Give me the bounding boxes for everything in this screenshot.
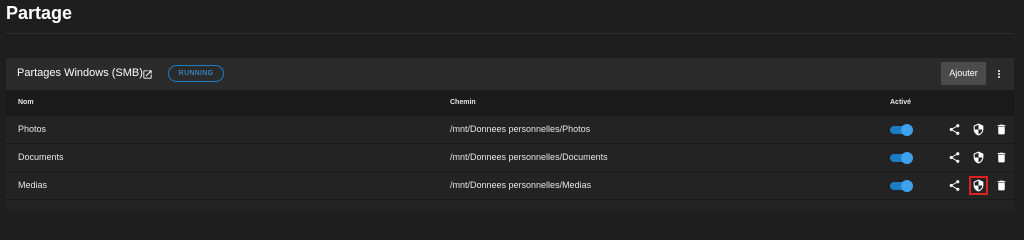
toggle-knob xyxy=(901,124,913,136)
share-icon[interactable] xyxy=(948,151,961,164)
share-icon[interactable] xyxy=(948,123,961,136)
share-path: /mnt/Donnees personnelles/Medias xyxy=(450,180,592,190)
security-shield-icon[interactable] xyxy=(972,123,985,136)
status-badge: RUNNING xyxy=(168,65,224,82)
card-header: Partages Windows (SMB) RUNNING Ajouter xyxy=(6,58,1014,90)
card-title: Partages Windows (SMB) xyxy=(17,67,143,79)
delete-icon[interactable] xyxy=(995,151,1008,164)
title-divider xyxy=(6,33,1014,34)
share-name: Medias xyxy=(18,180,48,190)
enabled-toggle[interactable] xyxy=(890,124,913,136)
table-row: Documents /mnt/Donnees personnelles/Docu… xyxy=(6,144,1014,172)
table-row: Photos /mnt/Donnees personnelles/Photos xyxy=(6,116,1014,144)
column-header-path[interactable]: Chemin xyxy=(450,99,476,106)
delete-icon[interactable] xyxy=(995,179,1008,192)
table-row: Medias /mnt/Donnees personnelles/Medias xyxy=(6,172,1014,200)
share-icon[interactable] xyxy=(948,179,961,192)
add-button[interactable]: Ajouter xyxy=(941,62,986,85)
enabled-toggle[interactable] xyxy=(890,180,913,192)
more-vert-icon[interactable] xyxy=(993,67,1005,81)
page-title: Partage xyxy=(6,3,73,23)
enabled-toggle[interactable] xyxy=(890,152,913,164)
share-path: /mnt/Donnees personnelles/Photos xyxy=(450,124,591,134)
toggle-knob xyxy=(901,180,913,192)
column-header-name[interactable]: Nom xyxy=(18,99,34,106)
share-name: Photos xyxy=(18,124,47,134)
column-header-enabled[interactable]: Activé xyxy=(890,99,911,106)
table-header: Nom Chemin Activé xyxy=(6,90,1014,116)
delete-icon[interactable] xyxy=(995,123,1008,136)
security-shield-icon[interactable] xyxy=(972,151,985,164)
toggle-knob xyxy=(901,152,913,164)
share-name: Documents xyxy=(18,152,64,162)
smb-shares-card: Partages Windows (SMB) RUNNING Ajouter N… xyxy=(6,58,1014,211)
security-shield-icon[interactable] xyxy=(969,176,988,195)
share-path: /mnt/Donnees personnelles/Documents xyxy=(450,152,608,162)
external-link-icon[interactable] xyxy=(142,67,153,79)
